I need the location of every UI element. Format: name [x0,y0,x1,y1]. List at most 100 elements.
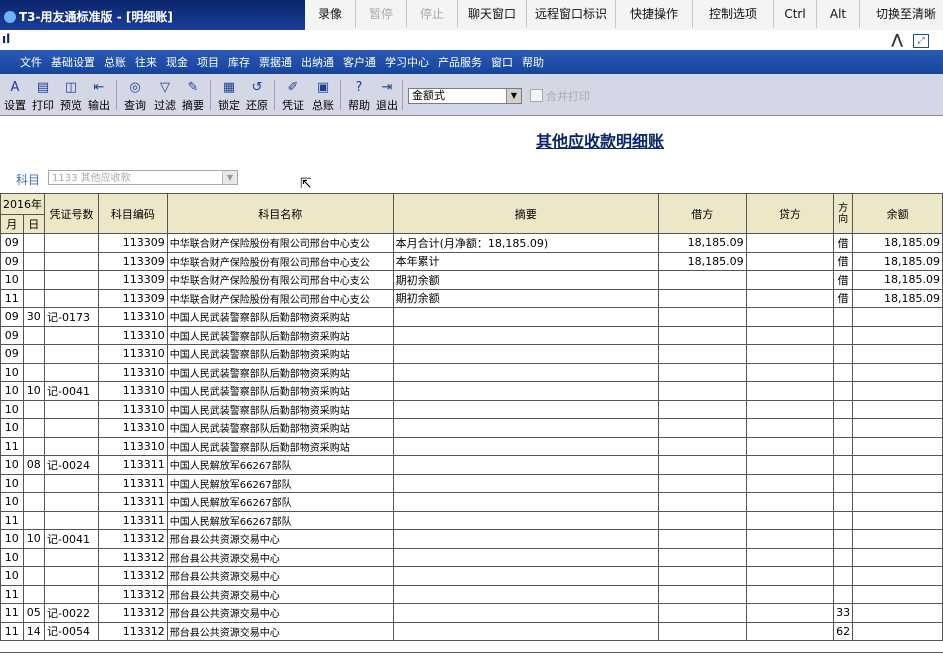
debit-header[interactable]: 借方 [657,193,747,234]
summary-cell[interactable]: 期初余额 [392,288,659,308]
debit-cell[interactable] [657,621,747,641]
direction-cell[interactable] [833,529,854,549]
table-row[interactable]: 10 113310 中国人民武装警察部队后勤部物资采购站 [0,418,943,438]
credit-cell[interactable] [745,233,835,253]
debit-cell[interactable] [657,418,747,438]
name-cell[interactable]: 中国人民解放军66267部队 [166,473,394,493]
direction-cell[interactable] [833,436,854,456]
menu-item[interactable]: 窗口 [491,54,513,70]
table-row[interactable]: 10 10 记-0041 113310 中国人民武装警察部队后勤部物资采购站 [0,381,943,401]
name-cell[interactable]: 邢台县公共资源交易中心 [166,547,394,567]
name-cell[interactable]: 中国人民武装警察部队后勤部物资采购站 [166,436,394,456]
direction-cell[interactable] [833,510,854,530]
month-cell[interactable]: 09 [0,307,24,327]
direction-cell[interactable] [833,325,854,345]
voucher-cell[interactable]: 记-0024 [44,455,99,475]
voucher-cell[interactable]: 记-0173 [44,307,99,327]
chevron-down-icon[interactable]: ▼ [222,171,237,184]
month-cell[interactable]: 10 [0,270,24,290]
merge-print-checkbox[interactable] [530,89,543,102]
summary-cell[interactable] [392,473,659,493]
menu-item[interactable]: 帮助 [522,54,544,70]
table-row[interactable]: 10 113310 中国人民武装警察部队后勤部物资采购站 [0,362,943,382]
month-cell[interactable]: 10 [0,473,24,493]
code-cell[interactable]: 113310 [97,325,168,345]
table-row[interactable]: 10 08 记-0024 113311 中国人民解放军66267部队 [0,455,943,475]
table-row[interactable]: 10 10 记-0041 113312 邢台县公共资源交易中心 [0,529,943,549]
summary-cell[interactable] [392,492,659,512]
name-cell[interactable]: 中国人民解放军66267部队 [166,510,394,530]
direction-cell[interactable] [833,399,854,419]
format-select[interactable]: 金额式 ▼ [408,88,522,104]
debit-cell[interactable] [657,436,747,456]
balance-cell[interactable] [852,566,943,586]
credit-cell[interactable] [745,584,835,604]
month-cell[interactable]: 11 [0,510,24,530]
summary-cell[interactable] [392,566,659,586]
balance-cell[interactable]: 18,185.09 [852,288,943,308]
summary-header[interactable]: 摘要 [392,193,659,234]
credit-cell[interactable] [745,381,835,401]
table-row[interactable]: 11 14 记-0054 113312 邢台县公共资源交易中心 62 [0,621,943,641]
remote-button[interactable]: 录像 [305,0,356,28]
day-cell[interactable] [22,251,46,271]
direction-cell[interactable]: 33 [833,603,854,623]
remote-button[interactable]: 聊天窗口 [458,0,527,28]
table-row[interactable]: 11 113312 邢台县公共资源交易中心 [0,584,943,604]
debit-cell[interactable] [657,529,747,549]
debit-cell[interactable] [657,288,747,308]
direction-cell[interactable]: 借 [833,288,854,308]
code-cell[interactable]: 113310 [97,362,168,382]
code-cell[interactable]: 113310 [97,418,168,438]
name-cell[interactable]: 中国人民武装警察部队后勤部物资采购站 [166,418,394,438]
subject-select[interactable]: 1133 其他应收款 ▼ [48,170,238,185]
voucher-cell[interactable] [44,325,99,345]
name-cell[interactable]: 中华联合财产保险股份有限公司邢台中心支公 [166,233,394,253]
voucher-cell[interactable] [44,344,99,364]
code-cell[interactable]: 113312 [97,529,168,549]
day-cell[interactable]: 08 [22,455,46,475]
day-cell[interactable] [22,436,46,456]
debit-cell[interactable] [657,547,747,567]
month-cell[interactable]: 10 [0,381,24,401]
direction-cell[interactable] [833,566,854,586]
menu-item[interactable]: 文件 [20,54,42,70]
month-cell[interactable]: 10 [0,566,24,586]
month-cell[interactable]: 09 [0,233,24,253]
code-header[interactable]: 科目编码 [97,193,168,234]
credit-cell[interactable] [745,436,835,456]
table-row[interactable]: 10 113312 邢台县公共资源交易中心 [0,547,943,567]
credit-cell[interactable] [745,418,835,438]
debit-cell[interactable] [657,603,747,623]
day-cell[interactable] [22,362,46,382]
toolbar-button-summary[interactable]: ✎ 摘要 [180,78,206,114]
debit-cell[interactable] [657,584,747,604]
voucher-cell[interactable] [44,288,99,308]
name-cell[interactable]: 邢台县公共资源交易中心 [166,529,394,549]
credit-cell[interactable] [745,288,835,308]
name-cell[interactable]: 中国人民武装警察部队后勤部物资采购站 [166,381,394,401]
toolbar-button-ledger[interactable]: ▣ 总账 [310,78,336,114]
voucher-header[interactable]: 凭证号数 [44,193,99,234]
debit-cell[interactable] [657,492,747,512]
table-row[interactable]: 11 113309 中华联合财产保险股份有限公司邢台中心支公 期初余额 借 18,185.… [0,288,943,308]
menu-item[interactable]: 总账 [104,54,126,70]
day-cell[interactable] [22,473,46,493]
balance-cell[interactable]: 18,185.09 [852,233,943,253]
balance-cell[interactable] [852,529,943,549]
month-cell[interactable]: 10 [0,418,24,438]
name-cell[interactable]: 中国人民武装警察部队后勤部物资采购站 [166,399,394,419]
voucher-cell[interactable] [44,270,99,290]
balance-cell[interactable] [852,325,943,345]
debit-cell[interactable] [657,455,747,475]
credit-cell[interactable] [745,473,835,493]
remote-button[interactable]: 控制选项 [693,0,774,28]
debit-cell[interactable] [657,399,747,419]
table-row[interactable]: 09 113310 中国人民武装警察部队后勤部物资采购站 [0,325,943,345]
voucher-cell[interactable] [44,473,99,493]
direction-cell[interactable]: 借 [833,233,854,253]
code-cell[interactable]: 113310 [97,307,168,327]
summary-cell[interactable] [392,621,659,641]
month-cell[interactable]: 10 [0,399,24,419]
month-cell[interactable]: 10 [0,492,24,512]
